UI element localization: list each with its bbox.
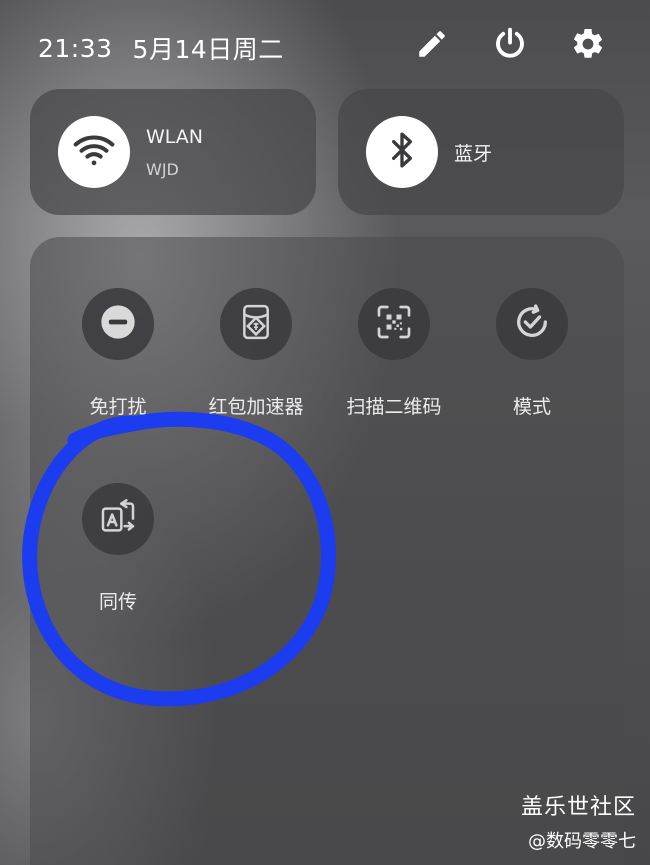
bluetooth-toggle-card[interactable]: 蓝牙: [338, 89, 624, 215]
do-not-disturb-button[interactable]: [82, 288, 154, 360]
power-icon[interactable]: [492, 26, 528, 62]
red-envelope-button[interactable]: [220, 288, 292, 360]
wlan-title: WLAN: [146, 125, 204, 148]
tile-mode[interactable]: 模式: [467, 288, 597, 419]
tile-red-envelope[interactable]: 红包加速器: [191, 288, 321, 419]
bluetooth-title: 蓝牙: [454, 142, 493, 165]
status-bar: 21:33 5月14日周二: [38, 30, 284, 66]
top-actions: [414, 26, 606, 62]
tile-label: 模式: [512, 396, 551, 418]
red-envelope-icon: [236, 302, 276, 346]
tile-do-not-disturb[interactable]: 免打扰: [53, 288, 183, 419]
quick-settings-panel: 免打扰 红包加速器 扫描二维码 模式 同传: [30, 237, 624, 865]
bluetooth-icon: [382, 130, 422, 174]
pencil-icon[interactable]: [414, 26, 450, 62]
qr-scan-icon: [374, 302, 414, 346]
wlan-toggle-button[interactable]: [58, 116, 130, 188]
translate-button[interactable]: [82, 483, 154, 555]
watermark-subtitle: @数码零零七: [528, 831, 636, 852]
wlan-network-name: WJD: [146, 159, 179, 179]
mode-button[interactable]: [496, 288, 568, 360]
bluetooth-toggle-button[interactable]: [366, 116, 438, 188]
do-not-disturb-icon: [98, 302, 138, 346]
qr-scan-button[interactable]: [358, 288, 430, 360]
watermark-title: 盖乐世社区: [520, 795, 636, 820]
tile-label: 扫描二维码: [346, 396, 442, 418]
tile-qr-scan[interactable]: 扫描二维码: [329, 288, 459, 419]
gear-icon[interactable]: [570, 26, 606, 62]
tile-label: 免打扰: [89, 396, 147, 418]
mode-icon: [512, 302, 552, 346]
wifi-icon: [72, 128, 116, 176]
translate-icon: [98, 497, 138, 541]
tile-translate[interactable]: 同传: [53, 483, 183, 614]
tile-label: 红包加速器: [208, 396, 304, 418]
status-time: 21:33: [38, 33, 113, 63]
wlan-toggle-card[interactable]: WLAN WJD: [30, 89, 316, 215]
watermark: 盖乐世社区 @数码零零七: [521, 789, 636, 853]
status-date: 5月14日周二: [132, 35, 284, 64]
tile-label: 同传: [98, 591, 137, 613]
